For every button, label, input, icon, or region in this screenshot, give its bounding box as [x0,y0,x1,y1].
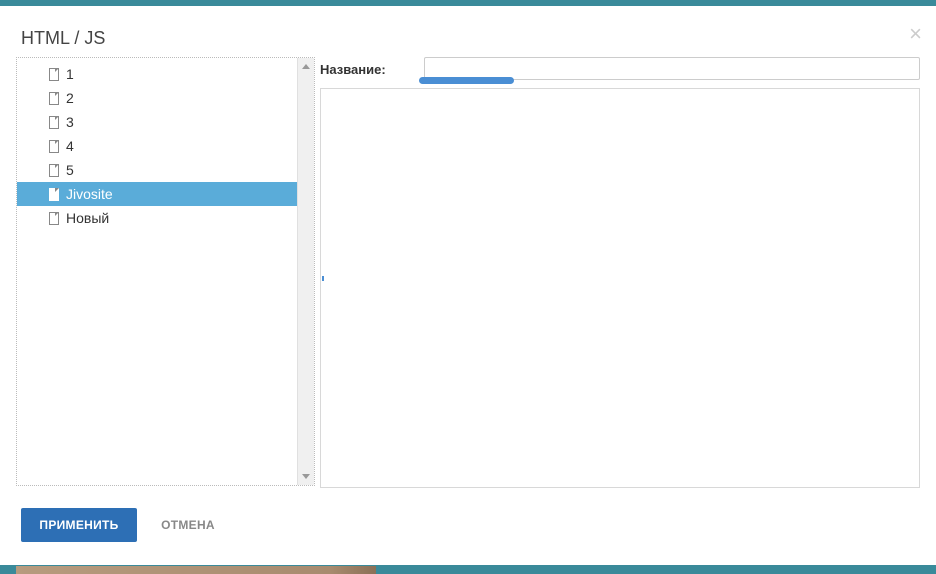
tree-item-label: Новый [66,210,110,226]
tree-item-label: Jivosite [66,186,113,202]
loading-bar [419,77,514,84]
tree-item[interactable]: 3 [17,110,298,134]
tree-item-label: 3 [66,114,74,130]
editor-cursor [322,276,324,281]
close-icon[interactable]: × [909,22,922,46]
file-icon [49,188,59,201]
cancel-button[interactable]: ОТМЕНА [150,508,226,542]
tree-item-label: 1 [66,66,74,82]
file-tree-panel: 1 2 3 4 5 Jivosite Новый [16,57,315,486]
tree-item[interactable]: 2 [17,86,298,110]
tree-item[interactable]: Jivosite [17,182,298,206]
apply-button[interactable]: ПРИМЕНИТЬ [21,508,137,542]
name-label: Название: [320,62,386,77]
tree-item[interactable]: 1 [17,62,298,86]
file-icon [49,116,59,129]
file-icon [49,140,59,153]
tree-item[interactable]: Новый [17,206,298,230]
page-background [0,566,936,574]
tree-item-label: 2 [66,90,74,106]
tree-item-label: 4 [66,138,74,154]
file-icon [49,68,59,81]
tree-item-label: 5 [66,162,74,178]
file-tree: 1 2 3 4 5 Jivosite Новый [17,62,298,230]
tree-item[interactable]: 5 [17,158,298,182]
file-icon [49,164,59,177]
dialog-title: HTML / JS [21,28,106,48]
file-icon [49,212,59,225]
tree-scrollbar[interactable] [297,58,314,485]
code-editor[interactable] [320,88,920,488]
scroll-up-icon[interactable] [302,64,310,69]
file-icon [49,92,59,105]
tree-item[interactable]: 4 [17,134,298,158]
scroll-down-icon[interactable] [302,474,310,479]
